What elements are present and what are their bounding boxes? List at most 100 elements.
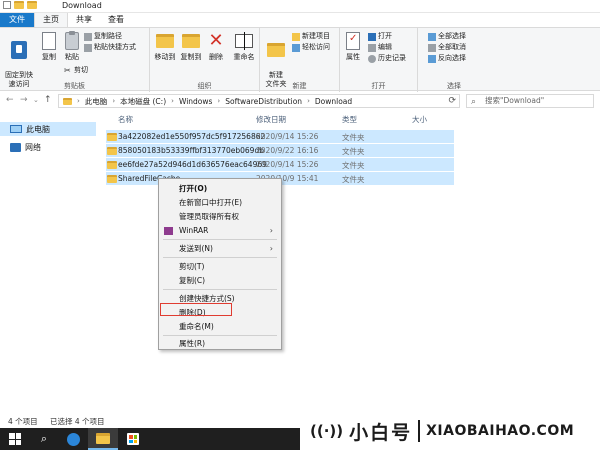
new-item-button[interactable]: 新建项目 [292, 32, 330, 41]
breadcrumb-download[interactable]: Download [315, 97, 352, 106]
column-header-type[interactable]: 类型 [342, 114, 357, 125]
breadcrumb-separator-icon: › [217, 97, 221, 105]
new-item-label: 新建项目 [302, 32, 330, 40]
tab-file[interactable]: 文件 [0, 13, 34, 27]
edge-button[interactable] [58, 428, 88, 450]
menu-item-open-new-window[interactable]: 在新窗口中打开(E) [159, 196, 281, 209]
edit-label: 编辑 [378, 43, 392, 51]
breadcrumb-this-pc[interactable]: 此电脑 [85, 96, 108, 107]
column-header-date[interactable]: 修改日期 [256, 114, 286, 125]
column-header-name[interactable]: 名称 [118, 114, 133, 125]
recent-chevron-icon[interactable]: ⌄ [33, 96, 39, 104]
forward-arrow-icon[interactable]: → [20, 95, 28, 105]
menu-item-take-ownership[interactable]: 管理员取得所有权 [159, 210, 281, 223]
open-group-label: 打开 [371, 82, 386, 90]
invert-selection-button[interactable]: 反向选择 [428, 54, 466, 63]
ribbon: 固定到快 速访问 复制 粘贴 复制路径 粘贴快捷方式 ✂ 剪切 剪贴板 移动到 [0, 27, 600, 92]
menu-item-send-to[interactable]: 发送到(N) › [159, 242, 281, 255]
history-button[interactable]: 历史记录 [368, 54, 406, 63]
refresh-icon[interactable]: ⟳ [448, 96, 456, 106]
new-folder-qat-icon[interactable] [14, 1, 24, 9]
properties-qat-icon[interactable] [3, 1, 11, 9]
breadcrumb-software-distribution[interactable]: SoftwareDistribution [225, 97, 302, 106]
watermark-divider [418, 420, 421, 442]
nav-item-network[interactable]: 网络 [0, 140, 96, 154]
paste-button[interactable]: 粘贴 [60, 31, 84, 62]
move-to-icon [156, 34, 174, 48]
file-type: 文件夹 [342, 175, 365, 184]
menu-item-winrar[interactable]: WinRAR › [159, 224, 281, 237]
file-type: 文件夹 [342, 133, 365, 142]
rename-label: 重命名 [233, 53, 255, 61]
menu-separator [163, 289, 277, 290]
paste-shortcut-icon [84, 43, 92, 52]
table-row[interactable]: 3a422082ed1e550f957dc5f917256862 2020/9/… [106, 130, 454, 143]
menu-item-cut[interactable]: 剪切(T) [159, 260, 281, 273]
select-none-button[interactable]: 全部取消 [428, 43, 466, 52]
open-group: 属性 打开 编辑 历史记录 打开 [340, 28, 418, 92]
tab-view[interactable]: 查看 [100, 13, 132, 27]
quick-access-toolbar [3, 1, 37, 9]
ribbon-tabs: 文件 主页 共享 查看 [0, 13, 600, 27]
delete-highlight-box [160, 303, 232, 316]
watermark-brand-cn: 小白号 [349, 421, 413, 444]
search-input[interactable]: ⌕ 搜索"Download" [466, 94, 594, 108]
start-button[interactable] [0, 428, 30, 450]
explorer-taskbar-button[interactable] [88, 428, 118, 450]
menu-separator [163, 239, 277, 240]
breadcrumb-windows[interactable]: Windows [179, 97, 212, 106]
paste-shortcut-button[interactable]: 粘贴快捷方式 [84, 43, 136, 52]
menu-item-properties[interactable]: 属性(R) [159, 337, 281, 350]
submenu-arrow-icon: › [269, 226, 273, 235]
copy-to-button[interactable]: 复制到 [178, 31, 204, 62]
file-type: 文件夹 [342, 161, 365, 170]
breadcrumb-separator-icon: › [112, 97, 116, 105]
navigation-pane: 此电脑 网络 [0, 110, 96, 412]
up-arrow-icon[interactable]: ↑ [44, 95, 52, 105]
context-menu: 打开(O) 在新窗口中打开(E) 管理员取得所有权 WinRAR › 发送到(N… [158, 178, 282, 350]
file-name: ee6fde27a52d946d1d636576eac64969 [118, 160, 267, 169]
table-row[interactable]: 858050183b53339ffbf313770eb069db 2020/9/… [106, 144, 454, 157]
back-arrow-icon[interactable]: ← [6, 95, 14, 105]
easy-access-button[interactable]: 轻松访问 [292, 43, 330, 52]
copy-label: 复制 [42, 53, 56, 61]
menu-item-label: 发送到(N) [179, 244, 213, 253]
menu-item-open[interactable]: 打开(O) [159, 182, 281, 195]
file-type: 文件夹 [342, 147, 365, 156]
select-group-label: 选择 [447, 82, 461, 90]
computer-icon [10, 125, 22, 133]
menu-item-rename[interactable]: 重命名(M) [159, 320, 281, 333]
copy-button[interactable]: 复制 [38, 31, 60, 62]
file-explorer-icon [96, 432, 110, 444]
move-to-button[interactable]: 移动到 [152, 31, 178, 62]
edit-button[interactable]: 编辑 [368, 43, 392, 52]
menu-separator [163, 335, 277, 336]
properties-button[interactable]: 属性 [342, 31, 364, 62]
organize-group: 移动到 复制到 ✕ 删除 重命名 组织 [150, 28, 260, 92]
nav-item-this-pc[interactable]: 此电脑 [0, 122, 96, 136]
store-button[interactable] [118, 428, 148, 450]
invert-selection-icon [428, 54, 436, 63]
properties-icon [346, 32, 360, 50]
tab-home[interactable]: 主页 [34, 13, 68, 27]
folder-qat-icon[interactable] [27, 1, 37, 9]
breadcrumb-local-disk[interactable]: 本地磁盘 (C:) [120, 96, 166, 107]
select-all-button[interactable]: 全部选择 [428, 32, 466, 41]
network-icon [10, 142, 21, 152]
copy-path-button[interactable]: 复制路径 [84, 32, 122, 41]
address-bar[interactable]: › 此电脑 › 本地磁盘 (C:) › Windows › SoftwareDi… [58, 94, 460, 108]
scissors-icon: ✂ [64, 65, 71, 75]
rename-button[interactable]: 重命名 [230, 31, 258, 62]
table-row[interactable]: ee6fde27a52d946d1d636576eac64969 2020/9/… [106, 158, 454, 171]
new-folder-icon [267, 43, 285, 57]
delete-button[interactable]: ✕ 删除 [204, 31, 228, 62]
watermark-banner: ((·)) 小白号 XIAOBAIHAO.COM [300, 412, 600, 450]
open-button[interactable]: 打开 [368, 32, 392, 41]
clipboard-icon [65, 31, 79, 50]
tab-share[interactable]: 共享 [68, 13, 100, 27]
menu-item-copy[interactable]: 复制(C) [159, 274, 281, 287]
cut-button[interactable]: ✂ 剪切 [64, 66, 88, 75]
taskbar-search-icon[interactable]: ⌕ [30, 428, 58, 450]
column-header-size[interactable]: 大小 [412, 114, 427, 125]
easy-access-icon [292, 43, 300, 52]
